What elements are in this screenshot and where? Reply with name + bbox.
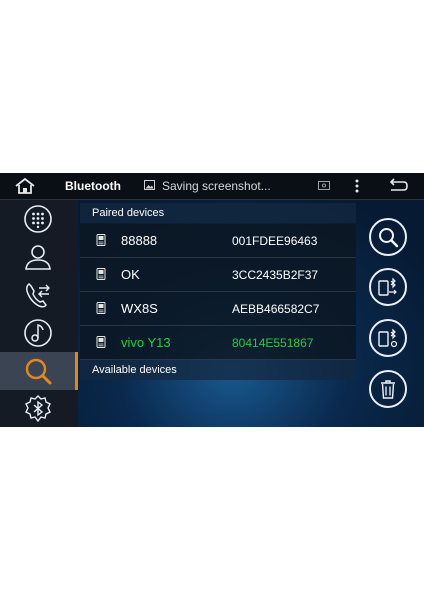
contact-icon bbox=[25, 245, 51, 270]
cast-icon[interactable] bbox=[318, 181, 330, 190]
top-bar: Bluetooth Saving screenshot... bbox=[0, 173, 424, 200]
call-transfer-icon bbox=[26, 283, 50, 308]
sidebar-item-call-log[interactable] bbox=[0, 276, 78, 314]
device-name: 88888 bbox=[121, 233, 158, 248]
notification-text: Saving screenshot... bbox=[162, 179, 271, 193]
device-address: AEBB466582C7 bbox=[232, 302, 320, 316]
device-address: 001FDEE96463 bbox=[232, 234, 318, 248]
sidebar-item-search[interactable] bbox=[0, 352, 78, 390]
dialpad-icon bbox=[24, 205, 52, 233]
device-row-connected[interactable]: vivo Y13 80414E551867 bbox=[80, 326, 356, 360]
bluetooth-settings-icon bbox=[25, 395, 51, 423]
sidebar bbox=[0, 200, 78, 427]
trash-icon bbox=[381, 380, 395, 399]
device-address: 80414E551867 bbox=[232, 336, 314, 350]
search-devices-button[interactable] bbox=[369, 218, 407, 256]
device-name: WX8S bbox=[121, 301, 158, 316]
sidebar-item-dialpad[interactable] bbox=[0, 200, 78, 238]
connect-device-button[interactable] bbox=[369, 268, 407, 306]
phone-icon bbox=[96, 302, 106, 314]
phone-icon bbox=[96, 234, 106, 246]
delete-device-button[interactable] bbox=[369, 370, 407, 408]
device-address: 3CC2435B2F37 bbox=[232, 268, 319, 282]
phone-icon bbox=[96, 336, 106, 348]
sidebar-item-bluetooth-settings[interactable] bbox=[0, 390, 78, 427]
device-list: Paired devices 88888 001FDEE96463 OK 3CC… bbox=[80, 200, 356, 380]
back-icon[interactable] bbox=[387, 178, 409, 194]
phone-bluetooth-connect-icon bbox=[378, 277, 397, 296]
image-icon bbox=[144, 180, 155, 190]
overflow-menu-icon[interactable] bbox=[352, 178, 362, 194]
home-icon[interactable] bbox=[14, 177, 36, 195]
device-name: vivo Y13 bbox=[121, 335, 171, 350]
phone-bluetooth-disconnect-icon bbox=[378, 328, 398, 348]
music-icon bbox=[24, 319, 52, 347]
search-icon bbox=[379, 228, 399, 248]
device-row[interactable]: WX8S AEBB466582C7 bbox=[80, 292, 356, 326]
device-row[interactable]: OK 3CC2435B2F37 bbox=[80, 258, 356, 292]
sidebar-item-contacts[interactable] bbox=[0, 238, 78, 276]
paired-devices-header: Paired devices bbox=[80, 203, 356, 223]
search-icon bbox=[25, 358, 52, 385]
device-row[interactable]: 88888 001FDEE96463 bbox=[80, 224, 356, 258]
bluetooth-screen: Bluetooth Saving screenshot... Paired de… bbox=[0, 173, 424, 427]
available-devices-header: Available devices bbox=[80, 360, 356, 380]
phone-icon bbox=[96, 268, 106, 280]
disconnect-device-button[interactable] bbox=[369, 319, 407, 357]
sidebar-item-music[interactable] bbox=[0, 314, 78, 352]
device-name: OK bbox=[121, 267, 140, 282]
page-title: Bluetooth bbox=[65, 179, 121, 193]
